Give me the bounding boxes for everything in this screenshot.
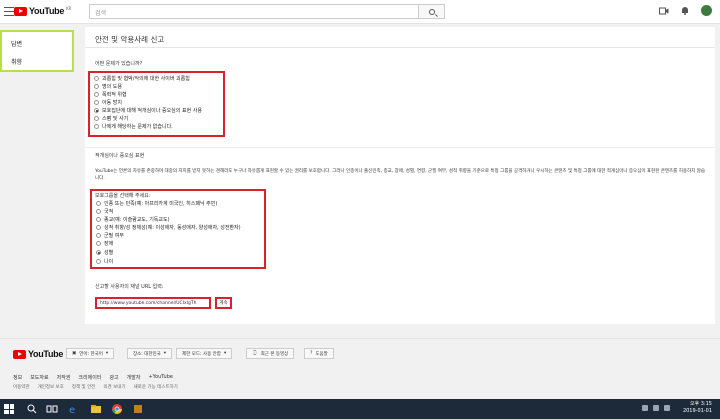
issue-option-child-endangerment[interactable]: 아동 방치 — [94, 99, 122, 106]
account-avatar[interactable] — [701, 5, 712, 16]
history-button[interactable]: ⌚ 최근 본 동영상 — [246, 348, 295, 359]
language-icon: ▣ — [72, 351, 77, 356]
history-icon: ⌚ — [252, 351, 258, 356]
footer-link-test-features[interactable]: 새로운 기능 테스트하기 — [134, 384, 178, 390]
channel-url-label: 신고할 사용자의 채널 URL 입력: — [95, 284, 164, 290]
search-input[interactable]: 검색 — [89, 4, 419, 19]
group-option-age[interactable]: 나이 — [96, 258, 113, 265]
continue-button[interactable]: 계속 — [215, 297, 232, 309]
footer-link-terms[interactable]: 이용약관 — [13, 384, 30, 390]
radio-button[interactable] — [96, 201, 101, 206]
input-method-icon[interactable] — [664, 405, 670, 411]
windows-taskbar: e 오후 3:15 2019-01-01 — [0, 399, 720, 419]
search-button[interactable] — [419, 4, 445, 19]
sidebar-item-preferences[interactable]: 취향 — [11, 57, 63, 66]
upload-video-icon[interactable] — [659, 6, 669, 16]
file-explorer-icon[interactable] — [90, 403, 102, 415]
radio-button[interactable] — [94, 76, 99, 81]
group-option-gender[interactable]: 성별 — [96, 249, 113, 256]
radio-button-selected[interactable] — [96, 250, 101, 255]
radio-button[interactable] — [94, 116, 99, 121]
sidebar-menu: 답변 취향 — [0, 30, 74, 72]
group-select-label: 보호그룹을 선택해 주세요: — [95, 193, 151, 199]
app-icon[interactable] — [132, 403, 144, 415]
group-option-sexual-orientation[interactable]: 성적 취향/성 정체성(예: 이성애자, 동성애자, 양성애자, 성전환자) — [96, 224, 241, 231]
footer-links: 정보 보도자료 저작권 크리에이터 광고 개발자 +YouTube — [13, 374, 173, 381]
search-icon[interactable] — [26, 403, 38, 415]
svg-text:e: e — [69, 405, 75, 415]
radio-button[interactable] — [94, 100, 99, 105]
radio-button-selected[interactable] — [94, 108, 99, 113]
footer-link-advertise[interactable]: 광고 — [109, 374, 118, 381]
group-option-race[interactable]: 인종 또는 민족(예: 아프리카계 미국인, 히스패닉 주민) — [96, 200, 217, 207]
group-option-veteran-status[interactable]: 군필 여부 — [96, 232, 124, 239]
policy-description: YouTube는 언론의 자유를 존중하며 대중의 지지를 받지 못하는 견해라… — [95, 169, 706, 181]
divider — [85, 147, 715, 148]
youtube-logo[interactable]: YouTube KR — [14, 6, 71, 16]
chevron-down-icon: ▾ — [223, 351, 227, 356]
radio-button[interactable] — [94, 92, 99, 97]
report-form-card: 안전 및 악용사례 신고 어떤 문제가 있습니까? 괴롭힘 및 협박/악의에 대… — [85, 27, 715, 324]
chevron-down-icon: ▾ — [163, 351, 167, 356]
issue-option-impersonation[interactable]: 명의 도용 — [94, 83, 122, 90]
system-tray — [642, 405, 670, 411]
network-icon[interactable] — [642, 405, 648, 411]
location-button[interactable]: 장소: 대한민국 ▾ — [127, 348, 173, 359]
edge-browser-icon[interactable]: e — [68, 403, 80, 415]
radio-button[interactable] — [96, 259, 101, 264]
notifications-bell-icon[interactable] — [680, 6, 690, 16]
divider — [85, 47, 715, 48]
radio-button[interactable] — [94, 124, 99, 129]
footer-link-copyright[interactable]: 저작권 — [57, 374, 71, 381]
issue-option-harassment[interactable]: 괴롭힘 및 협박/악의에 대한 사이버 괴롭힘 — [94, 75, 190, 82]
radio-button[interactable] — [96, 241, 101, 246]
footer-link-feedback[interactable]: 의견 보내기 — [103, 384, 125, 390]
help-icon: ? — [310, 351, 313, 356]
taskbar-clock[interactable]: 오후 3:15 2019-01-01 — [683, 401, 712, 415]
group-option-nationality[interactable]: 국적 — [96, 208, 113, 215]
footer: YouTube ▣ 언어: 한국어 ▾ 장소: 대한민국 ▾ 제한 모드: 사용 안함… — [0, 338, 720, 399]
chrome-browser-icon[interactable] — [111, 403, 123, 415]
radio-button[interactable] — [96, 217, 101, 222]
search-icon — [428, 8, 435, 15]
task-view-icon[interactable] — [46, 403, 58, 415]
group-option-disability[interactable]: 장애 — [96, 240, 113, 247]
footer-link-privacy[interactable]: 개인정보 보호 — [38, 384, 64, 390]
radio-button[interactable] — [96, 233, 101, 238]
issue-option-none[interactable]: 나에게 해당하는 문제가 없습니다. — [94, 123, 173, 130]
footer-link-press[interactable]: 보도자료 — [30, 374, 48, 381]
volume-icon[interactable] — [653, 405, 659, 411]
question-label: 어떤 문제가 있습니까? — [95, 61, 143, 67]
top-bar: YouTube KR 검색 — [0, 0, 720, 24]
chevron-down-icon: ▾ — [105, 351, 109, 356]
footer-link-creators[interactable]: 크리에이터 — [78, 374, 101, 381]
youtube-play-icon — [14, 6, 27, 16]
footer-link-plus-youtube[interactable]: +YouTube — [148, 374, 173, 381]
group-option-religion[interactable]: 종교(예: 이슬람교도, 기독교도) — [96, 216, 170, 223]
menu-icon[interactable] — [4, 7, 14, 17]
footer-youtube-logo[interactable]: YouTube — [13, 349, 63, 359]
restricted-mode-button[interactable]: 제한 모드: 사용 안함 ▾ — [176, 348, 233, 359]
help-button[interactable]: ? 도움말 — [304, 348, 334, 359]
radio-button[interactable] — [96, 209, 101, 214]
radio-button[interactable] — [94, 84, 99, 89]
radio-button[interactable] — [96, 225, 101, 230]
footer-link-policy-safety[interactable]: 정책 및 안전 — [72, 384, 96, 390]
issue-option-spam-scams[interactable]: 스팸 및 사기 — [94, 115, 128, 122]
footer-links-secondary: 이용약관 개인정보 보호 정책 및 안전 의견 보내기 새로운 기능 테스트하기 — [13, 384, 178, 390]
section-title: 적개심이나 증오심 표현 — [95, 153, 145, 159]
channel-url-input[interactable]: http://www.youtube.com/channel/UCIxIgTh — [95, 297, 211, 309]
issue-option-hate-speech[interactable]: 보호집단에 대해 적개심이나 증오심의 표현 사용 — [94, 107, 202, 114]
footer-link-developers[interactable]: 개발자 — [127, 374, 141, 381]
language-button[interactable]: ▣ 언어: 한국어 ▾ — [66, 348, 115, 359]
youtube-play-icon — [13, 349, 26, 359]
windows-start-icon[interactable] — [4, 404, 14, 414]
sidebar-item-answers[interactable]: 답변 — [11, 39, 63, 48]
issue-option-violent-threats[interactable]: 폭력적 위협 — [94, 91, 127, 98]
footer-link-about[interactable]: 정보 — [13, 374, 22, 381]
page-title: 안전 및 악용사례 신고 — [95, 35, 165, 44]
